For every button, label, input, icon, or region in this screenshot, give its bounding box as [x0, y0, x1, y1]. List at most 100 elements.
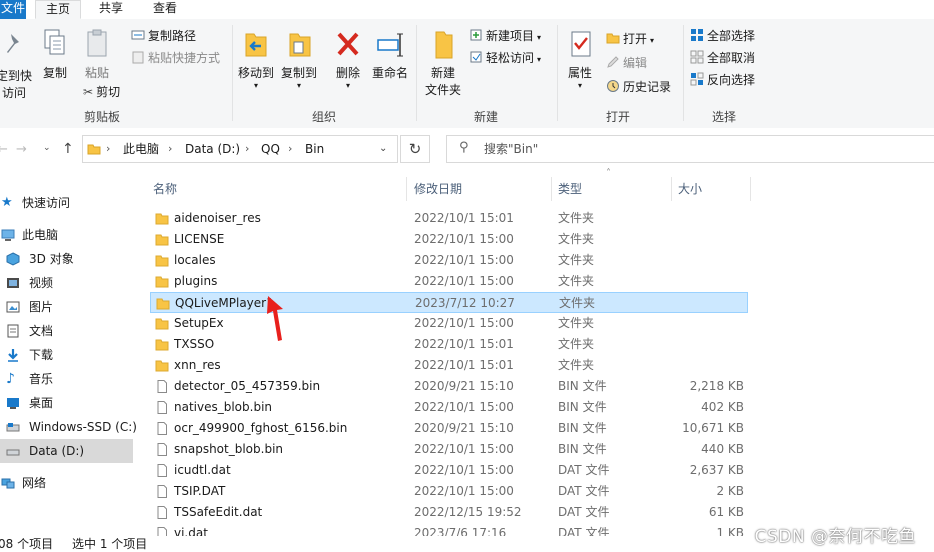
history-button[interactable]: 历史记录	[606, 78, 671, 96]
pin-quick-access-button[interactable]: 定到快 访问	[0, 31, 34, 102]
select-all-button[interactable]: 全部选择	[690, 27, 755, 45]
column-divider[interactable]	[750, 177, 751, 201]
table-row[interactable]: detector_05_457359.bin 2020/9/21 15:10 BIN…	[150, 376, 748, 397]
table-row[interactable]: xnn_res 2022/10/1 15:01 文件夹	[150, 355, 748, 376]
table-row[interactable]: ocr_499900_fghost_6156.bin 2020/9/21 15:1…	[150, 418, 748, 439]
table-row[interactable]: snapshot_blob.bin 2022/10/1 15:00 BIN 文件 44…	[150, 439, 748, 460]
nav-item-video[interactable]: 视频	[0, 271, 133, 295]
file-type: DAT 文件	[558, 463, 610, 477]
select-none-button[interactable]: 全部取消	[690, 49, 755, 67]
paste-shortcut-button[interactable]: 粘贴快捷方式	[131, 49, 220, 67]
nav-item-this-pc[interactable]: 此电脑	[0, 223, 133, 247]
column-divider[interactable]	[671, 177, 672, 201]
up-arrow-icon[interactable]: ↑	[62, 141, 74, 157]
breadcrumb-bin[interactable]: Bin	[305, 136, 324, 162]
refresh-button[interactable]: ↻	[400, 135, 430, 163]
nav-item-quick-access[interactable]: ★ 快速访问	[0, 191, 133, 215]
ribbon-tab-bar: 文件 主页 共享 查看	[0, 0, 934, 20]
rename-label: 重命名	[371, 66, 408, 80]
column-header-type[interactable]: 类型	[558, 177, 582, 201]
table-row[interactable]: LICENSE 2022/10/1 15:00 文件夹	[150, 229, 748, 250]
nav-item-drive-d[interactable]: Data (D:)	[0, 439, 133, 463]
table-row[interactable]: TXSSO 2022/10/1 15:01 文件夹	[150, 334, 748, 355]
nav-item-desktop[interactable]: 桌面	[0, 391, 133, 415]
table-row[interactable]: natives_blob.bin 2022/10/1 15:00 BIN 文件 402…	[150, 397, 748, 418]
table-row[interactable]: SetupEx 2022/10/1 15:00 文件夹	[150, 313, 748, 334]
forward-arrow-icon[interactable]: →	[16, 142, 27, 157]
move-to-button[interactable]: 移动到 ▾	[236, 28, 276, 90]
copy-button[interactable]: 复制	[40, 28, 70, 82]
network-icon	[1, 478, 15, 489]
file-date: 2022/10/1 15:00	[414, 253, 514, 267]
column-header-date[interactable]: 修改日期	[414, 177, 462, 201]
file-type: BIN 文件	[558, 400, 607, 414]
column-divider[interactable]	[551, 177, 552, 201]
breadcrumb-qq[interactable]: QQ	[261, 136, 280, 162]
copy-to-button[interactable]: 复制到 ▾	[279, 28, 319, 90]
breadcrumb-this-pc[interactable]: 此电脑	[123, 136, 159, 162]
move-to-label: 移动到	[237, 66, 274, 80]
recent-locations-chevron-icon[interactable]: ⌄	[43, 143, 51, 153]
open-button[interactable]: 打开 ▾	[606, 30, 654, 48]
column-header-name[interactable]: 名称	[153, 177, 177, 201]
refresh-icon: ↻	[408, 140, 422, 158]
edit-button[interactable]: 编辑	[606, 54, 647, 72]
nav-item-music[interactable]: ♪ 音乐	[0, 367, 133, 391]
properties-icon	[571, 31, 591, 57]
column-divider[interactable]	[406, 177, 407, 201]
file-type: 文件夹	[558, 253, 595, 267]
delete-label: 删除	[335, 66, 360, 80]
delete-icon	[337, 32, 359, 56]
address-bar[interactable]: › 此电脑 › Data (D:) › QQ › Bin ⌄	[82, 135, 398, 163]
file-name: QQLiveMPlayer1	[175, 296, 274, 310]
search-box[interactable]: ⚲ 搜索"Bin"	[446, 135, 934, 163]
easy-access-button[interactable]: 轻松访问 ▾	[469, 49, 541, 67]
copy-path-button[interactable]: 复制路径	[131, 27, 196, 45]
watermark: CSDN @奈何不吃鱼	[754, 527, 916, 547]
copy-to-label: 复制到	[280, 66, 317, 80]
invert-selection-button[interactable]: 反向选择	[690, 71, 755, 89]
delete-button[interactable]: 删除 ▾	[332, 28, 364, 90]
table-row[interactable]: icudtl.dat 2022/10/1 15:00 DAT 文件 2,637 KB	[150, 460, 748, 481]
table-row[interactable]: plugins 2022/10/1 15:00 文件夹	[150, 271, 748, 292]
file-type: DAT 文件	[558, 505, 610, 519]
tab-share[interactable]: 共享	[96, 0, 126, 19]
file-type: DAT 文件	[558, 484, 610, 498]
table-row[interactable]: locales 2022/10/1 15:00 文件夹	[150, 250, 748, 271]
3d-objects-icon	[6, 252, 20, 266]
table-row[interactable]: aidenoiser_res 2022/10/1 15:01 文件夹	[150, 208, 748, 229]
breadcrumb-drive[interactable]: Data (D:)	[185, 136, 240, 162]
paste-shortcut-icon	[132, 51, 144, 64]
rename-button[interactable]: 重命名	[370, 28, 410, 82]
new-folder-button[interactable]: 新建 文件夹	[421, 28, 465, 99]
tab-file[interactable]: 文件	[0, 0, 26, 19]
copy-path-label: 复制路径	[148, 29, 197, 43]
select-all-label: 全部选择	[707, 29, 756, 43]
nav-item-label: 快速访问	[22, 196, 71, 210]
new-folder-icon	[435, 31, 453, 59]
column-header-size[interactable]: 大小	[678, 177, 702, 201]
properties-button[interactable]: 属性 ▾	[562, 28, 598, 90]
nav-item-3d-objects[interactable]: 3D 对象	[0, 247, 133, 271]
file-name: ocr_499900_fghost_6156.bin	[174, 421, 348, 435]
tab-view[interactable]: 查看	[150, 0, 180, 19]
paste-button[interactable]: 粘贴	[81, 28, 113, 82]
table-row[interactable]: TSIP.DAT 2022/10/1 15:00 DAT 文件 2 KB	[150, 481, 748, 502]
nav-item-documents[interactable]: 文档	[0, 319, 133, 343]
nav-item-downloads[interactable]: 下载	[0, 343, 133, 367]
cut-button[interactable]: ✂ 剪切	[83, 83, 120, 101]
address-history-chevron-icon[interactable]: ⌄	[379, 136, 387, 162]
edit-icon	[607, 56, 619, 68]
nav-item-network[interactable]: 网络	[0, 471, 133, 495]
tab-home[interactable]: 主页	[35, 0, 81, 19]
nav-item-pictures[interactable]: 图片	[0, 295, 133, 319]
nav-item-drive-c[interactable]: Windows-SSD (C:)	[0, 415, 137, 439]
pin-icon	[7, 34, 19, 53]
table-row[interactable]: QQLiveMPlayer1 2023/7/12 10:27 文件夹	[150, 292, 748, 313]
folder-icon	[87, 144, 101, 155]
table-row[interactable]: TSSafeEdit.dat 2022/12/15 19:52 DAT 文件 61 K…	[150, 502, 748, 523]
new-item-button[interactable]: 新建项目 ▾	[469, 27, 541, 45]
nav-item-label: 下载	[29, 348, 54, 362]
easy-access-label: 轻松访问	[486, 51, 535, 65]
back-arrow-icon[interactable]: ←	[0, 142, 8, 157]
